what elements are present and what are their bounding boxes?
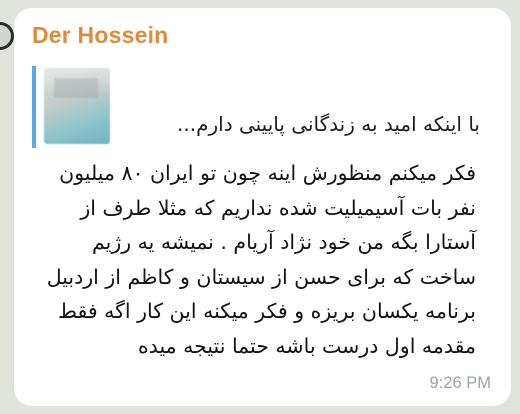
message-text: فکر میکنم منظورش اینه چون تو ایران ۸۰ می… <box>46 156 476 364</box>
message-bubble[interactable]: Der Hossein با اینکه امید به زندگانی پای… <box>14 8 511 406</box>
sender-name[interactable]: Der Hossein <box>32 22 168 49</box>
message-line: نفر بات آسیمیلیت شده نداریم که مثلا طرف … <box>80 195 476 220</box>
message-line: فکر میکنم منظورش اینه چون تو ایران ۸۰ می… <box>59 161 476 185</box>
avatar[interactable] <box>0 22 14 50</box>
message-timestamp: 9:26 PM <box>429 374 491 392</box>
reply-preview-text: با اینکه امید به زندگانی پایینی دارم... <box>177 112 480 136</box>
message-line: ساخت که برای حسن از سیستان و کاظم از ارد… <box>46 264 476 289</box>
reply-thumbnail-image <box>44 68 110 144</box>
message-line: آستارا بگه من خود نژاد آریام . نمیشه یه … <box>91 230 476 255</box>
message-line: مقدمه اول درست باشه حتما نتیجه میده <box>137 333 476 358</box>
reply-preview[interactable]: با اینکه امید به زندگانی پایینی دارم... <box>32 66 494 148</box>
message-line: برنامه یکسان بریزه و فکر میکنه این کار ا… <box>58 299 476 324</box>
